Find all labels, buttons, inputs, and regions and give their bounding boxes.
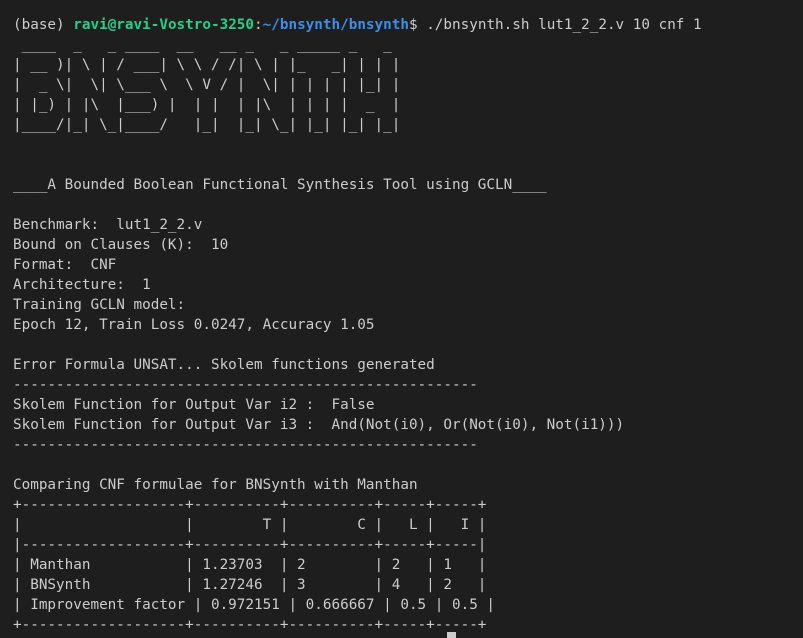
current-directory: ~/bnsynth/bnsynth <box>262 17 409 33</box>
prompt-line: (base) ravi@ravi-Vostro-3250:~/bnsynth/b… <box>13 15 803 35</box>
terminal-cursor <box>447 632 456 638</box>
banner-line: ____ _ _ ____ __ __ _ _ _____ _ _ <box>13 37 401 53</box>
table-row: | Improvement factor | 0.972151 | 0.6666… <box>13 597 496 613</box>
tagline: ____A Bounded Boolean Functional Synthes… <box>13 177 547 193</box>
compare-title: Comparing CNF formulae for BNSynth with … <box>13 477 418 493</box>
table-header-row: | | T | C | L | I | <box>13 517 487 533</box>
comparison-table: +-------------------+----------+--------… <box>13 495 803 635</box>
table-row: | Manthan | 1.23703 | 2 | 2 | 1 | <box>13 557 487 573</box>
banner-line: | __ )| \ | / ___| \ \ / /| \ | |_ _| | … <box>13 57 401 73</box>
ascii-banner: ____ _ _ ____ __ __ _ _ _____ _ _ | __ )… <box>13 35 803 135</box>
table-border: |-------------------+----------+--------… <box>13 537 487 553</box>
prompt-colon: : <box>254 17 263 33</box>
table-border: +-------------------+----------+--------… <box>13 497 487 513</box>
table-border: +-------------------+----------+--------… <box>13 617 487 633</box>
info-benchmark: Benchmark: lut1_2_2.v <box>13 217 203 233</box>
banner-line: | |_) | |\ |___) | | | | |\ | | | | _ | <box>13 97 401 113</box>
table-row: | BNSynth | 1.27246 | 3 | 4 | 2 | <box>13 577 487 593</box>
prompt-symbol: $ <box>408 17 427 33</box>
terminal-window[interactable]: (base) ravi@ravi-Vostro-3250:~/bnsynth/b… <box>0 0 803 638</box>
result-status: Error Formula UNSAT... Skolem functions … <box>13 357 435 373</box>
skolem-function-i2: Skolem Function for Output Var i2 : Fals… <box>13 397 375 413</box>
info-epoch: Epoch 12, Train Loss 0.0247, Accuracy 1.… <box>13 317 375 333</box>
command-text: ./bnsynth.sh lut1_2_2.v 10 cnf 1 <box>426 17 702 33</box>
separator-line: ----------------------------------------… <box>13 377 478 393</box>
conda-env: (base) <box>13 17 74 33</box>
info-architecture: Architecture: 1 <box>13 277 151 293</box>
user-host: ravi@ravi-Vostro-3250 <box>73 17 255 33</box>
banner-line: |____/|_| \_|____/ |_| |_| \_| |_| |_| |… <box>13 117 401 133</box>
banner-line: | _ \| \| \___ \ \ V / | \| | | | | |_| … <box>13 77 401 93</box>
info-format: Format: CNF <box>13 257 117 273</box>
skolem-function-i3: Skolem Function for Output Var i3 : And(… <box>13 417 625 433</box>
separator-line: ----------------------------------------… <box>13 437 478 453</box>
info-bound: Bound on Clauses (K): 10 <box>13 237 229 253</box>
info-training: Training GCLN model: <box>13 297 186 313</box>
